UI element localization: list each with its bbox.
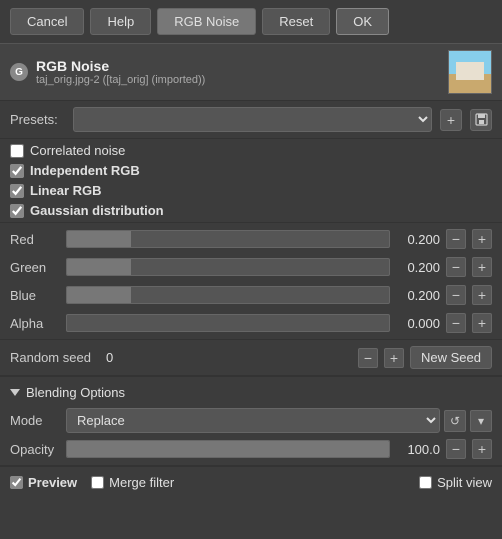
slider-plus-red[interactable]: +: [472, 229, 492, 249]
slider-plus-alpha[interactable]: +: [472, 313, 492, 333]
toolbar: Cancel Help RGB Noise Reset OK: [0, 0, 502, 43]
slider-plus-green[interactable]: +: [472, 257, 492, 277]
add-preset-button[interactable]: +: [440, 109, 462, 131]
correlated-noise-label[interactable]: Correlated noise: [30, 143, 125, 158]
split-view-check-row: Split view: [419, 475, 492, 490]
slider-label-green: Green: [10, 260, 60, 275]
save-icon: [475, 113, 488, 126]
slider-minus-alpha[interactable]: −: [446, 313, 466, 333]
filter-subtitle: taj_orig.jpg-2 ([taj_orig] (imported)): [36, 74, 205, 86]
blending-header[interactable]: Blending Options: [10, 381, 492, 404]
presets-label: Presets:: [10, 112, 65, 127]
cancel-button[interactable]: Cancel: [10, 8, 84, 35]
correlated-noise-row: Correlated noise: [10, 143, 492, 158]
reset-button[interactable]: Reset: [262, 8, 330, 35]
slider-value-green: 0.200: [396, 260, 440, 275]
merge-filter-checkbox[interactable]: [91, 476, 104, 489]
slider-row-green: Green 0.200 − +: [10, 255, 492, 279]
slider-track-green[interactable]: [66, 258, 390, 276]
gaussian-label[interactable]: Gaussian distribution: [30, 203, 164, 218]
slider-track-alpha[interactable]: [66, 314, 390, 332]
slider-label-alpha: Alpha: [10, 316, 60, 331]
image-thumbnail: [448, 50, 492, 94]
slider-value-alpha: 0.000: [396, 316, 440, 331]
seed-plus-button[interactable]: +: [384, 348, 404, 368]
rgb-noise-button[interactable]: RGB Noise: [157, 8, 256, 35]
mode-options-button[interactable]: ▾: [470, 410, 492, 432]
mode-row: Mode Replace Normal Multiply ↺ ▾: [10, 404, 492, 437]
mode-label: Mode: [10, 413, 60, 428]
slider-row-blue: Blue 0.200 − +: [10, 283, 492, 307]
slider-track-red[interactable]: [66, 230, 390, 248]
mode-select[interactable]: Replace Normal Multiply: [66, 408, 440, 433]
filter-title: RGB Noise: [36, 58, 205, 74]
independent-rgb-row: Independent RGB: [10, 163, 492, 178]
header-left: G RGB Noise taj_orig.jpg-2 ([taj_orig] (…: [10, 58, 205, 86]
footer: Preview Merge filter Split view: [0, 466, 502, 498]
new-seed-button[interactable]: New Seed: [410, 346, 492, 369]
save-preset-button[interactable]: [470, 109, 492, 131]
split-view-checkbox[interactable]: [419, 476, 432, 489]
blending-title: Blending Options: [26, 385, 125, 400]
preview-check-row: Preview: [10, 475, 77, 490]
slider-value-red: 0.200: [396, 232, 440, 247]
seed-label: Random seed: [10, 350, 100, 365]
seed-value: 0: [106, 350, 352, 365]
seed-minus-button[interactable]: −: [358, 348, 378, 368]
filter-icon: G: [10, 63, 28, 81]
slider-label-blue: Blue: [10, 288, 60, 303]
slider-minus-green[interactable]: −: [446, 257, 466, 277]
opacity-row: Opacity 100.0 − +: [10, 437, 492, 461]
slider-track-blue[interactable]: [66, 286, 390, 304]
correlated-noise-checkbox[interactable]: [10, 144, 24, 158]
reset-mode-button[interactable]: ↺: [444, 410, 466, 432]
split-view-label[interactable]: Split view: [437, 475, 492, 490]
opacity-plus-button[interactable]: +: [472, 439, 492, 459]
gaussian-checkbox[interactable]: [10, 204, 24, 218]
opacity-value: 100.0: [396, 442, 440, 457]
ok-button[interactable]: OK: [336, 8, 389, 35]
slider-row-red: Red 0.200 − +: [10, 227, 492, 251]
slider-minus-red[interactable]: −: [446, 229, 466, 249]
blending-section: Blending Options Mode Replace Normal Mul…: [0, 376, 502, 465]
random-seed-row: Random seed 0 − + New Seed: [0, 340, 502, 375]
presets-select[interactable]: [73, 107, 432, 132]
sliders-section: Red 0.200 − + Green 0.200 − + Blue 0.200…: [0, 223, 502, 339]
expand-icon: [10, 389, 20, 396]
independent-rgb-checkbox[interactable]: [10, 164, 24, 178]
header: G RGB Noise taj_orig.jpg-2 ([taj_orig] (…: [0, 43, 502, 101]
slider-value-blue: 0.200: [396, 288, 440, 303]
opacity-minus-button[interactable]: −: [446, 439, 466, 459]
slider-plus-blue[interactable]: +: [472, 285, 492, 305]
linear-rgb-label[interactable]: Linear RGB: [30, 183, 102, 198]
linear-rgb-row: Linear RGB: [10, 183, 492, 198]
linear-rgb-checkbox[interactable]: [10, 184, 24, 198]
preview-checkbox[interactable]: [10, 476, 23, 489]
opacity-label: Opacity: [10, 442, 60, 457]
presets-row: Presets: +: [0, 101, 502, 138]
merge-filter-check-row: Merge filter: [91, 475, 174, 490]
merge-filter-label[interactable]: Merge filter: [109, 475, 174, 490]
slider-label-red: Red: [10, 232, 60, 247]
help-button[interactable]: Help: [90, 8, 151, 35]
header-info: RGB Noise taj_orig.jpg-2 ([taj_orig] (im…: [36, 58, 205, 86]
slider-minus-blue[interactable]: −: [446, 285, 466, 305]
mode-select-wrapper: Replace Normal Multiply ↺ ▾: [66, 408, 492, 433]
gaussian-row: Gaussian distribution: [10, 203, 492, 218]
opacity-slider[interactable]: [66, 440, 390, 458]
slider-row-alpha: Alpha 0.000 − +: [10, 311, 492, 335]
independent-rgb-label[interactable]: Independent RGB: [30, 163, 140, 178]
checkboxes-section: Correlated noise Independent RGB Linear …: [0, 139, 502, 222]
preview-label[interactable]: Preview: [28, 475, 77, 490]
